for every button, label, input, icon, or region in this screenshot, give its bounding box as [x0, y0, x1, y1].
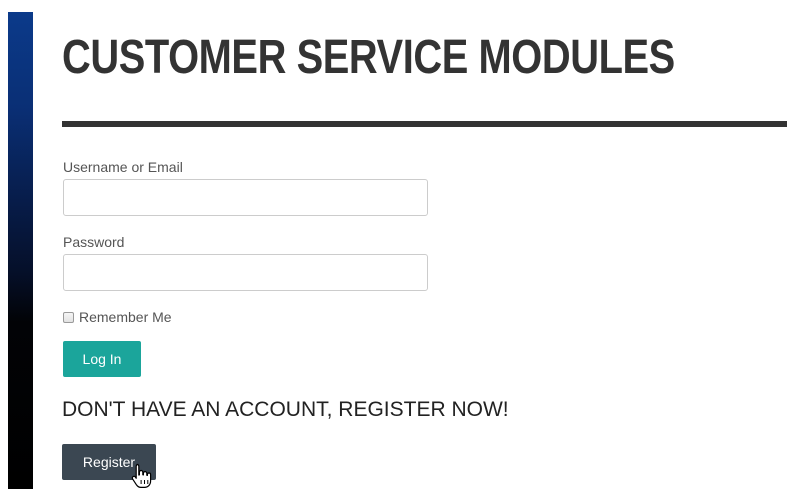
login-button[interactable]: Log In — [63, 341, 141, 377]
username-input[interactable] — [63, 179, 428, 216]
side-image-strip — [8, 12, 33, 489]
password-label: Password — [63, 234, 125, 250]
remember-me-label[interactable]: Remember Me — [79, 309, 172, 325]
username-label: Username or Email — [63, 159, 183, 175]
register-heading: DON'T HAVE AN ACCOUNT, REGISTER NOW! — [62, 398, 509, 421]
left-gutter — [0, 0, 8, 489]
title-divider — [62, 121, 787, 127]
hand-pointer-icon — [131, 463, 152, 488]
page-title: CUSTOMER SERVICE MODULES — [62, 31, 675, 84]
page: CUSTOMER SERVICE MODULES Username or Ema… — [0, 0, 787, 489]
remember-me-row[interactable]: Remember Me — [63, 309, 172, 325]
remember-me-checkbox[interactable] — [63, 311, 74, 323]
password-input[interactable] — [63, 254, 428, 291]
